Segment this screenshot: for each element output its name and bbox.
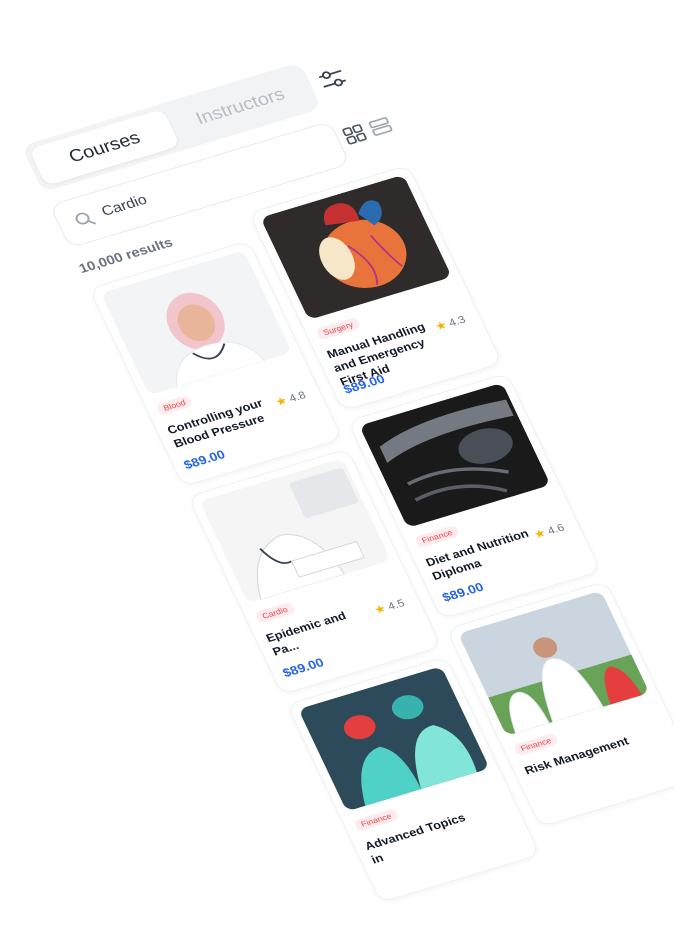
course-thumbnail	[100, 250, 293, 396]
list-view-button[interactable]	[366, 115, 395, 139]
course-thumbnail	[298, 666, 490, 812]
course-thumbnail	[457, 590, 650, 737]
course-price: $89.00	[181, 447, 228, 472]
course-price: $89.00	[439, 579, 486, 605]
category-badge: Blood	[155, 394, 194, 416]
rating-value: 4.3	[446, 313, 468, 330]
category-badge: Surgery	[315, 316, 362, 341]
rating-value: 4.8	[286, 388, 308, 405]
rating-value: 4.6	[545, 521, 567, 538]
course-rating: ★ 4.8	[273, 388, 308, 410]
search-input[interactable]: Cardio	[99, 193, 150, 221]
filter-icon	[318, 70, 346, 88]
course-thumbnail	[199, 458, 392, 604]
category-badge: Finance	[414, 524, 461, 549]
category-badge: Cardio	[254, 601, 296, 624]
category-badge: Finance	[353, 808, 400, 832]
category-badge: Finance	[512, 732, 560, 757]
course-rating: ★ 4.6	[531, 520, 566, 542]
course-thumbnail	[260, 174, 453, 321]
list-view-icon	[368, 117, 393, 136]
course-rating: ★ 4.3	[433, 312, 468, 334]
search-icon	[75, 212, 96, 225]
rating-value: 4.5	[385, 596, 407, 613]
grid-view-icon	[342, 124, 367, 145]
course-price: $89.00	[280, 655, 327, 680]
filter-button[interactable]	[313, 63, 352, 95]
grid-view-button[interactable]	[340, 122, 369, 146]
course-search-screen: Courses Instructors Cardio 10,000 result…	[8, 49, 674, 934]
course-thumbnail	[358, 382, 551, 529]
course-rating: ★ 4.5	[372, 596, 407, 618]
